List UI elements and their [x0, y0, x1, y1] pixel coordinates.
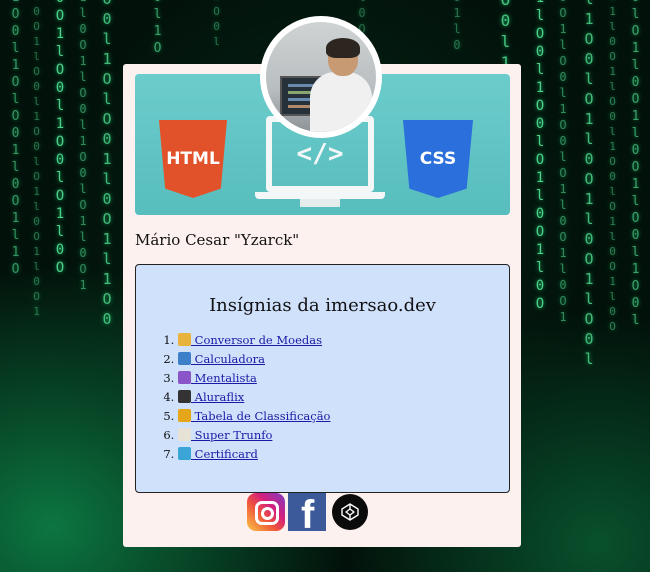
badge-link[interactable]: Conversor de Moedas — [178, 333, 322, 347]
badge-link[interactable]: Aluraflix — [178, 390, 244, 404]
code-symbol: </> — [296, 139, 344, 169]
badge-item: Mentalista — [178, 369, 330, 388]
badge-label: Calculadora — [191, 352, 266, 366]
trophy-icon — [178, 409, 191, 422]
money-bag-icon — [178, 333, 191, 346]
badge-link[interactable]: Calculadora — [178, 352, 265, 366]
globe-icon — [178, 447, 191, 460]
badge-link[interactable]: Super Trunfo — [178, 428, 272, 442]
badge-item: Aluraflix — [178, 388, 330, 407]
profile-name: Mário Cesar "Yzarck" — [135, 231, 300, 249]
badge-label: Conversor de Moedas — [191, 333, 323, 347]
avatar — [260, 16, 382, 138]
css-label: CSS — [419, 149, 457, 169]
badge-link[interactable]: Tabela de Classificação — [178, 409, 330, 423]
badges-title: Insígnias da imersao.dev — [209, 295, 436, 316]
abacus-icon — [178, 352, 191, 365]
facebook-icon[interactable]: f — [288, 493, 326, 531]
codepen-icon[interactable] — [332, 494, 368, 530]
facebook-glyph: f — [301, 493, 315, 531]
html-label: HTML — [166, 149, 220, 169]
html5-icon: HTML — [159, 120, 227, 198]
instagram-icon[interactable] — [247, 493, 285, 531]
badge-label: Super Trunfo — [191, 428, 273, 442]
av-body — [310, 72, 372, 132]
badge-label: Aluraflix — [191, 390, 245, 404]
badge-label: Tabela de Classificação — [191, 409, 331, 423]
badge-item: Certificard — [178, 445, 330, 464]
badge-item: Super Trunfo — [178, 426, 330, 445]
codepen-glyph — [341, 503, 359, 521]
badges-box: Insígnias da imersao.dev Conversor de Mo… — [135, 264, 510, 493]
badges-list: Conversor de Moedas Calculadora Mentalis… — [166, 331, 330, 464]
clapperboard-icon — [178, 390, 191, 403]
monitor-stand — [300, 199, 340, 207]
monitor-base — [255, 192, 385, 199]
av-hair — [326, 38, 360, 58]
avatar-photo — [266, 22, 376, 132]
badge-link[interactable]: Mentalista — [178, 371, 257, 385]
playing-card-icon — [178, 428, 191, 441]
social-links: f — [247, 493, 368, 531]
badge-item: Calculadora — [178, 350, 330, 369]
badge-item: Tabela de Classificação — [178, 407, 330, 426]
crystal-ball-icon — [178, 371, 191, 384]
badge-label: Mentalista — [191, 371, 257, 385]
badge-link[interactable]: Certificard — [178, 447, 258, 461]
badge-item: Conversor de Moedas — [178, 331, 330, 350]
css3-icon: CSS — [403, 120, 473, 198]
badge-label: Certificard — [191, 447, 258, 461]
profile-card: HTML </> CSS Mário Cesar "Yzarck" Insígn… — [123, 16, 521, 547]
